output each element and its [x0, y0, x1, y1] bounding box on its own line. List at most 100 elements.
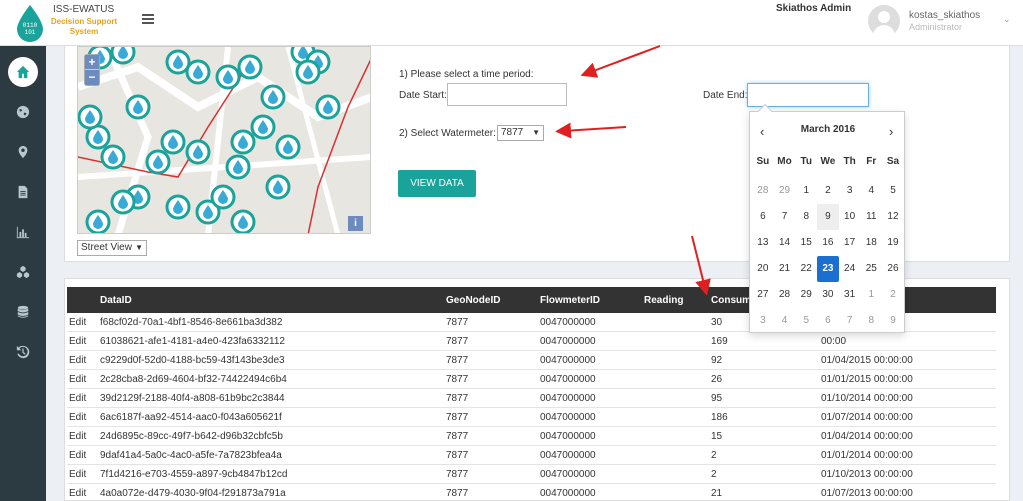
- datepicker-day[interactable]: 29: [774, 178, 796, 204]
- datepicker-day[interactable]: 26: [882, 256, 904, 282]
- sidebar-item-history[interactable]: [0, 334, 46, 370]
- avatar[interactable]: [868, 5, 900, 37]
- col-header-flowmeterid[interactable]: FlowmeterID: [540, 295, 600, 306]
- datepicker-day[interactable]: 17: [839, 230, 861, 256]
- datepicker-day[interactable]: 6: [817, 308, 839, 334]
- water-meter-pin-icon[interactable]: [225, 154, 251, 180]
- zoom-out-button[interactable]: −: [85, 70, 99, 85]
- water-meter-pin-icon[interactable]: [125, 94, 151, 120]
- chevron-left-icon[interactable]: ‹: [760, 124, 764, 139]
- water-meter-pin-icon[interactable]: [237, 54, 263, 80]
- datepicker-day[interactable]: 18: [860, 230, 882, 256]
- date-start-input[interactable]: [447, 83, 567, 106]
- datepicker-day[interactable]: 11: [860, 204, 882, 230]
- datepicker-day[interactable]: 7: [839, 308, 861, 334]
- water-meter-pin-icon[interactable]: [250, 114, 276, 140]
- menu-toggle-icon[interactable]: [142, 14, 154, 24]
- map-view[interactable]: [77, 46, 371, 234]
- water-meter-pin-icon[interactable]: [185, 139, 211, 165]
- datepicker-day[interactable]: 8: [860, 308, 882, 334]
- edit-link[interactable]: Edit: [69, 393, 86, 404]
- datepicker-day[interactable]: 25: [860, 256, 882, 282]
- zoom-in-button[interactable]: +: [85, 55, 99, 70]
- datepicker-day[interactable]: 2: [882, 282, 904, 308]
- water-meter-pin-icon[interactable]: [85, 209, 111, 233]
- datepicker-day[interactable]: 7: [774, 204, 796, 230]
- map-info-button[interactable]: i: [348, 216, 363, 231]
- datepicker-day[interactable]: 22: [795, 256, 817, 282]
- water-meter-pin-icon[interactable]: [165, 194, 191, 220]
- user-name[interactable]: kostas_skiathos: [909, 10, 980, 21]
- edit-link[interactable]: Edit: [69, 450, 86, 461]
- datepicker-day[interactable]: 2: [817, 178, 839, 204]
- datepicker-day[interactable]: 16: [817, 230, 839, 256]
- datepicker-day[interactable]: 20: [752, 256, 774, 282]
- col-header-consumption[interactable]: Consum: [711, 295, 751, 306]
- water-meter-pin-icon[interactable]: [260, 84, 286, 110]
- sidebar-item-database[interactable]: [0, 294, 46, 330]
- datepicker-day[interactable]: 4: [774, 308, 796, 334]
- edit-link[interactable]: Edit: [69, 336, 86, 347]
- datepicker-day[interactable]: 28: [752, 178, 774, 204]
- water-meter-pin-icon[interactable]: [230, 129, 256, 155]
- datepicker-day[interactable]: 23: [817, 256, 839, 282]
- water-meter-pin-icon[interactable]: [78, 104, 103, 130]
- edit-link[interactable]: Edit: [69, 431, 86, 442]
- sidebar-item-home[interactable]: [0, 54, 46, 90]
- datepicker-day[interactable]: 31: [839, 282, 861, 308]
- edit-link[interactable]: Edit: [69, 317, 86, 328]
- datepicker-day[interactable]: 5: [795, 308, 817, 334]
- water-meter-pin-icon[interactable]: [110, 189, 136, 215]
- water-meter-pin-icon[interactable]: [315, 94, 341, 120]
- col-header-dataid[interactable]: DataID: [100, 295, 132, 306]
- datepicker-day[interactable]: 19: [882, 230, 904, 256]
- map-view-select[interactable]: Street View ▼: [77, 240, 147, 256]
- datepicker-day[interactable]: 27: [752, 282, 774, 308]
- datepicker-day[interactable]: 10: [839, 204, 861, 230]
- edit-link[interactable]: Edit: [69, 488, 86, 499]
- chevron-down-icon[interactable]: ⌄: [1003, 14, 1011, 25]
- datepicker-day[interactable]: 29: [795, 282, 817, 308]
- sidebar-item-globe[interactable]: [0, 94, 46, 130]
- water-meter-pin-icon[interactable]: [160, 129, 186, 155]
- sidebar-item-documents[interactable]: [0, 174, 46, 210]
- datepicker-day[interactable]: 13: [752, 230, 774, 256]
- water-meter-pin-icon[interactable]: [230, 209, 256, 233]
- water-meter-pin-icon[interactable]: [210, 184, 236, 210]
- datepicker-day[interactable]: 21: [774, 256, 796, 282]
- sidebar-item-location[interactable]: [0, 134, 46, 170]
- water-meter-pin-icon[interactable]: [185, 59, 211, 85]
- datepicker-day[interactable]: 8: [795, 204, 817, 230]
- col-header-reading[interactable]: Reading: [644, 295, 683, 306]
- edit-link[interactable]: Edit: [69, 469, 86, 480]
- view-data-button[interactable]: VIEW DATA: [398, 170, 476, 197]
- datepicker-day[interactable]: 3: [752, 308, 774, 334]
- water-meter-pin-icon[interactable]: [265, 174, 291, 200]
- datepicker-day[interactable]: 28: [774, 282, 796, 308]
- water-meter-pin-icon[interactable]: [100, 144, 126, 170]
- datepicker-day[interactable]: 6: [752, 204, 774, 230]
- water-meter-pin-icon[interactable]: [215, 64, 241, 90]
- edit-link[interactable]: Edit: [69, 374, 86, 385]
- datepicker-month-label[interactable]: March 2016: [750, 124, 906, 135]
- edit-link[interactable]: Edit: [69, 412, 86, 423]
- datepicker-day[interactable]: 1: [795, 178, 817, 204]
- datepicker-day[interactable]: 30: [817, 282, 839, 308]
- datepicker-day[interactable]: 15: [795, 230, 817, 256]
- watermeter-select[interactable]: 7877 ▼: [497, 125, 544, 141]
- water-meter-pin-icon[interactable]: [295, 59, 321, 85]
- water-meter-pin-icon[interactable]: [275, 134, 301, 160]
- col-header-geonodeid[interactable]: GeoNodeID: [446, 295, 500, 306]
- datepicker-day[interactable]: 12: [882, 204, 904, 230]
- datepicker-day[interactable]: 4: [860, 178, 882, 204]
- datepicker-day[interactable]: 9: [817, 204, 839, 230]
- sidebar-item-cubes[interactable]: [0, 254, 46, 290]
- datepicker-day[interactable]: 1: [860, 282, 882, 308]
- datepicker-day[interactable]: 14: [774, 230, 796, 256]
- water-meter-pin-icon[interactable]: [145, 149, 171, 175]
- water-meter-pin-icon[interactable]: [165, 49, 191, 75]
- edit-link[interactable]: Edit: [69, 355, 86, 366]
- chevron-right-icon[interactable]: ›: [889, 124, 893, 139]
- datepicker-day[interactable]: 9: [882, 308, 904, 334]
- datepicker-day[interactable]: 24: [839, 256, 861, 282]
